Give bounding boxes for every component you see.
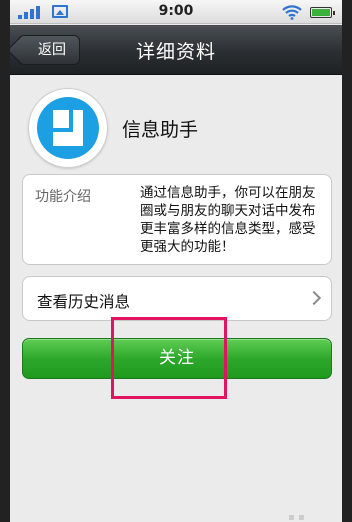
phone-screen: 9:00 返回 详细资料 信息助手 功能介绍 通过信息助手，你可以在朋友圈或与朋… — [10, 0, 342, 522]
title-bar: 返回 详细资料 — [10, 25, 342, 75]
intro-label: 功能介绍 — [35, 189, 91, 205]
home-indicator: ▪ ▪ — [288, 512, 305, 522]
wifi-icon — [282, 5, 302, 20]
phone-bezel-left — [0, 0, 10, 522]
view-history-button[interactable]: 查看历史消息 — [22, 276, 332, 321]
status-bar: 9:00 — [10, 0, 342, 24]
phone-bezel-right — [342, 0, 352, 522]
document-icon — [53, 110, 83, 146]
chevron-right-icon — [306, 290, 322, 306]
intro-text: 通过信息助手，你可以在朋友圈或与朋友的聊天对话中发布更丰富多样的信息类型，感受更… — [140, 185, 316, 255]
page-title: 详细资料 — [135, 41, 216, 63]
battery-icon — [310, 7, 335, 18]
battery-fill — [312, 9, 330, 16]
avatar — [28, 88, 108, 168]
view-history-label: 查看历史消息 — [37, 293, 131, 311]
profile-name: 信息助手 — [122, 119, 199, 141]
intro-card: 功能介绍 通过信息助手，你可以在朋友圈或与朋友的聊天对话中发布更丰富多样的信息类… — [22, 174, 332, 265]
avatar-background — [37, 97, 99, 159]
highlight-annotation — [111, 317, 227, 399]
